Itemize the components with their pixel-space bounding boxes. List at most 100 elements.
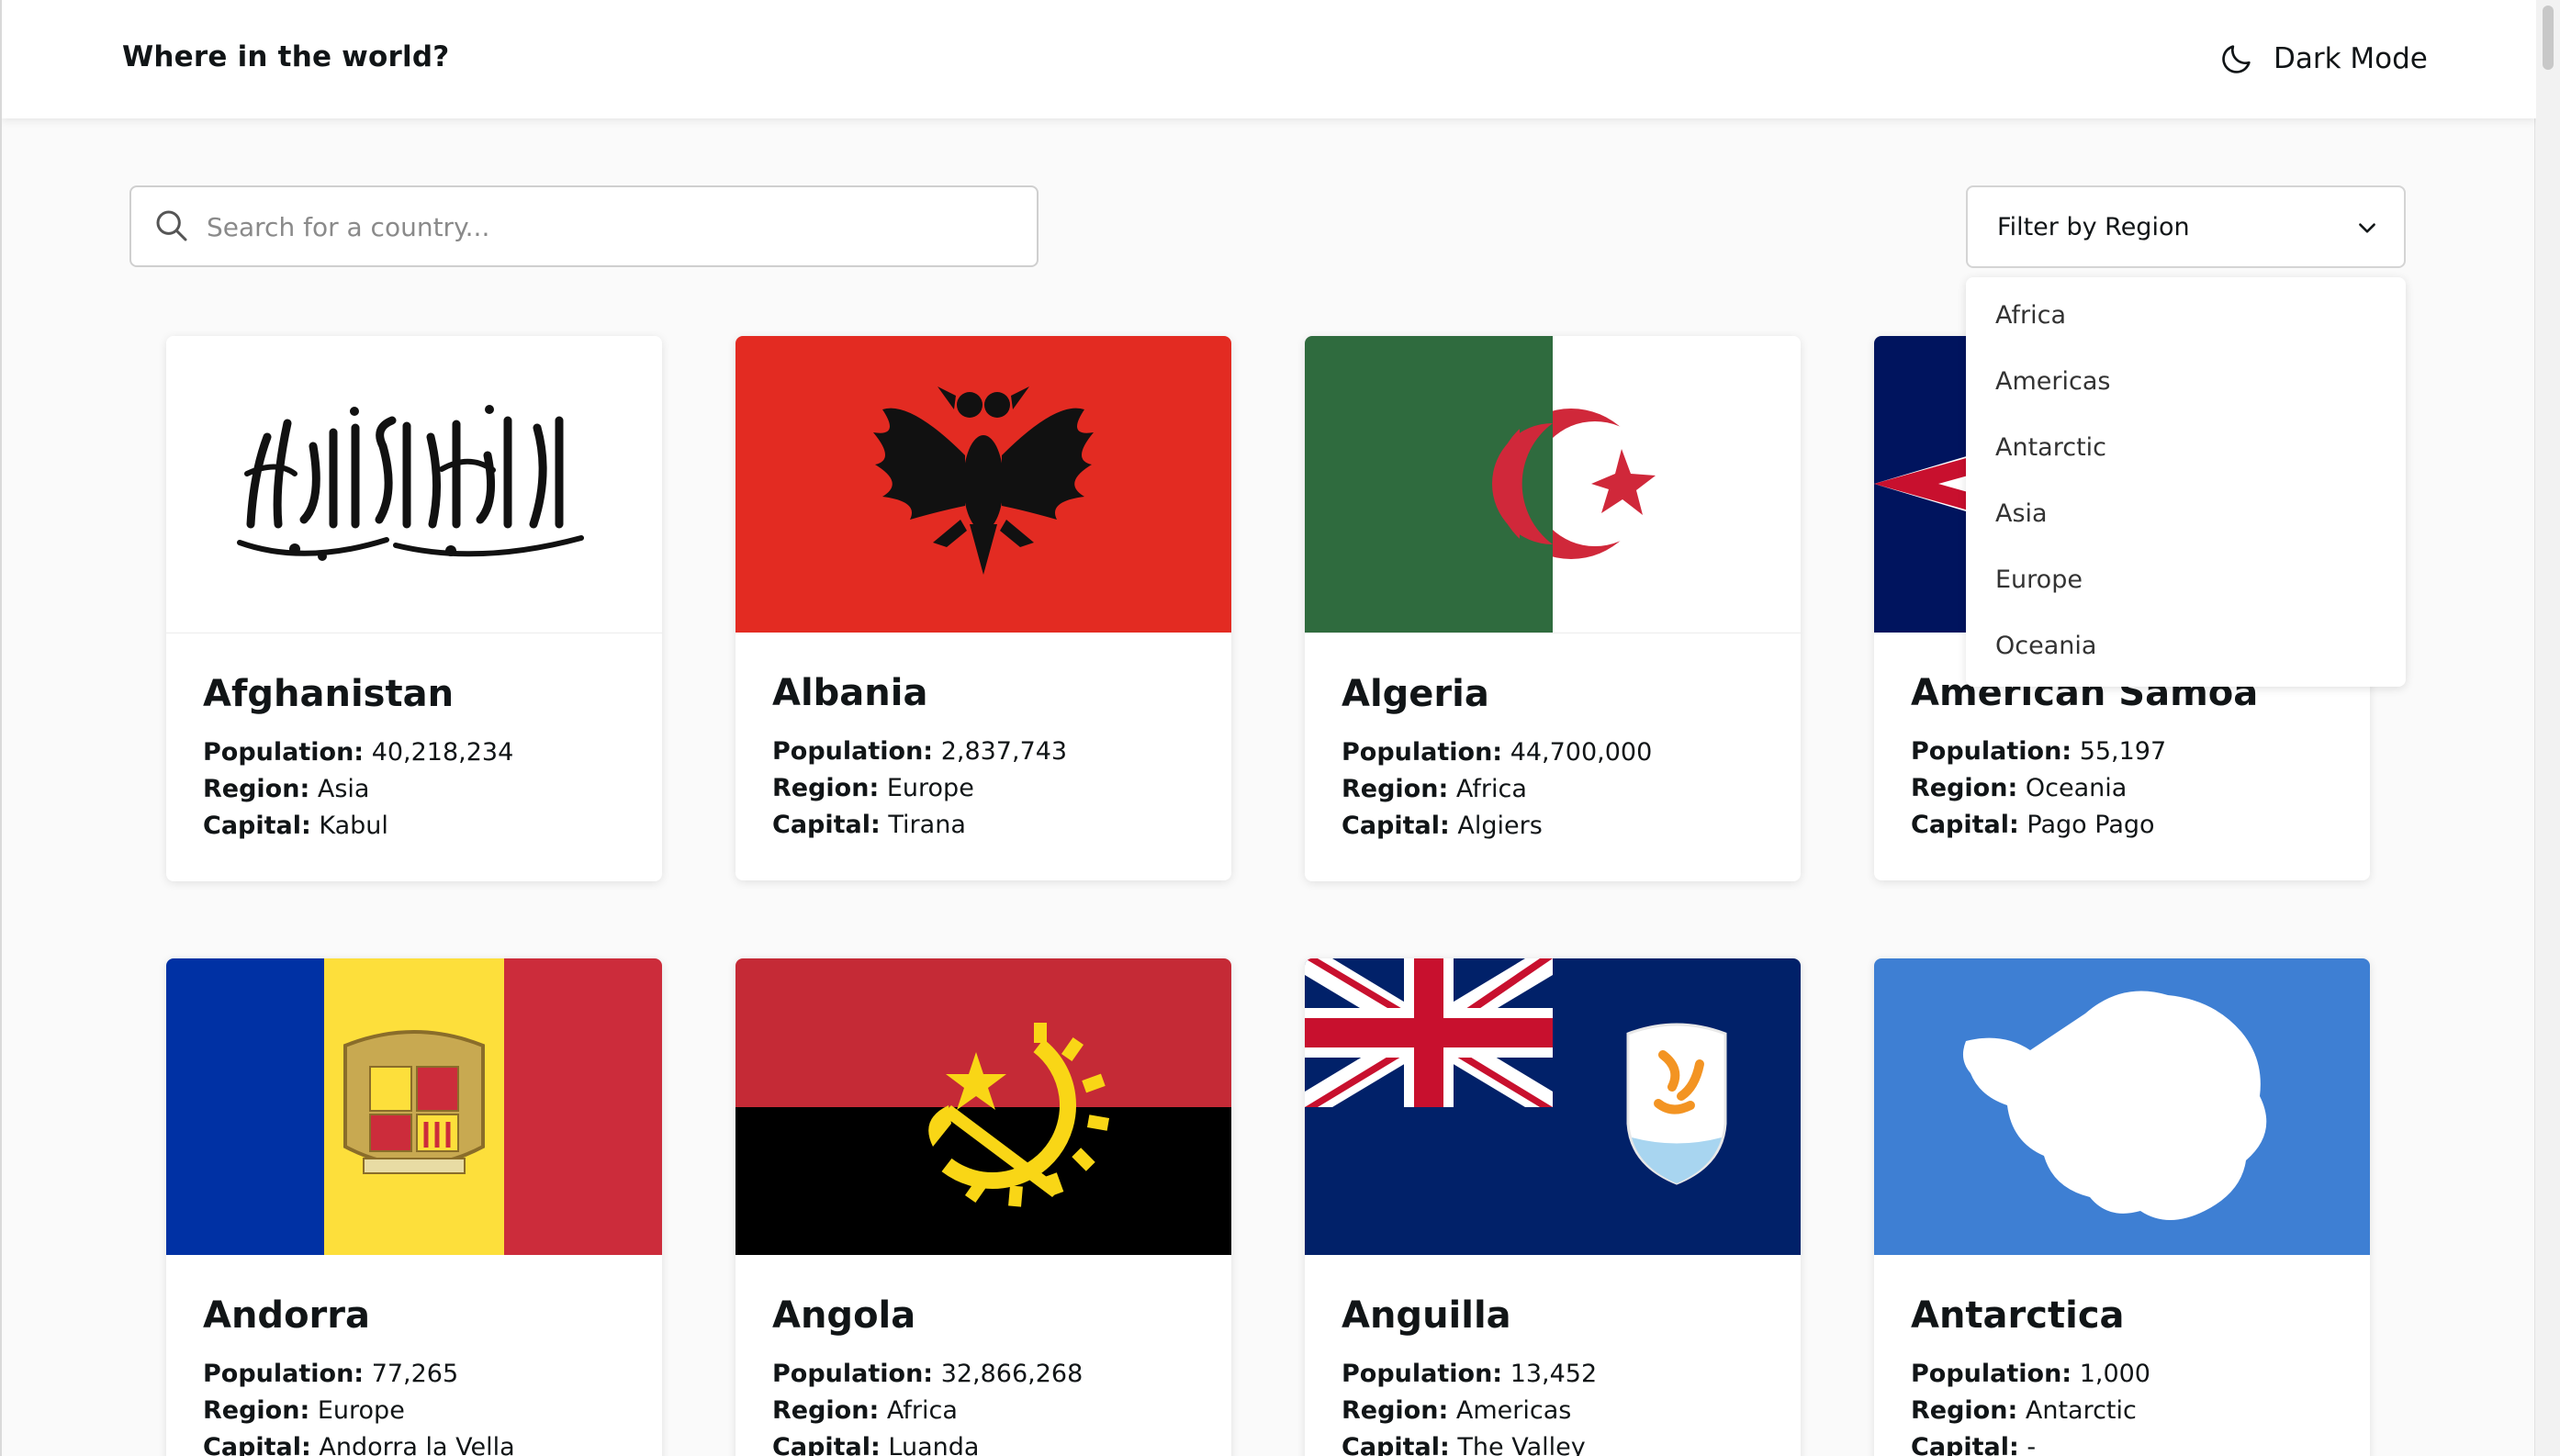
capital-label: Capital: [772, 1433, 881, 1456]
dark-mode-label: Dark Mode [2274, 42, 2428, 75]
region-label: Region: [203, 1396, 310, 1425]
capital-label: Capital: [1911, 1433, 2019, 1456]
population-row: Population: 40,218,234 [203, 734, 625, 771]
flag-andorra [166, 958, 662, 1255]
country-card[interactable]: Albania Population: 2,837,743 Region: Eu… [735, 336, 1231, 880]
region-row: Region: Africa [772, 1393, 1195, 1429]
card-body: Afghanistan Population: 40,218,234 Regio… [166, 633, 662, 881]
population-row: Population: 1,000 [1911, 1356, 2333, 1393]
region-value: Asia [317, 775, 370, 803]
country-card[interactable]: Algeria Population: 44,700,000 Region: A… [1305, 336, 1801, 881]
region-option-antarctic[interactable]: Antarctic [1995, 433, 2106, 462]
population-row: Population: 44,700,000 [1342, 734, 1764, 771]
population-value: 13,452 [1510, 1360, 1598, 1388]
card-body: Angola Population: 32,866,268 Region: Af… [735, 1255, 1231, 1456]
region-option-africa[interactable]: Africa [1995, 301, 2066, 330]
browser-viewport: Where in the world? Dark Mode Filter by … [0, 0, 2536, 1456]
population-label: Population: [1911, 1360, 2072, 1388]
country-name: Albania [772, 672, 928, 714]
population-row: Population: 77,265 [203, 1356, 625, 1393]
population-label: Population: [203, 738, 365, 767]
capital-row: Capital: Luanda [772, 1429, 1195, 1456]
population-value: 55,197 [2079, 737, 2167, 766]
population-label: Population: [1342, 1360, 1503, 1388]
region-row: Region: Europe [203, 1393, 625, 1429]
population-label: Population: [772, 1360, 934, 1388]
region-value: Africa [1455, 775, 1527, 803]
region-option-europe[interactable]: Europe [1995, 566, 2083, 594]
region-value: Europe [886, 774, 974, 802]
country-name: Angola [772, 1294, 916, 1337]
region-value: Antarctic [2025, 1396, 2137, 1425]
population-row: Population: 13,452 [1342, 1356, 1764, 1393]
region-row: Region: Antarctic [1911, 1393, 2333, 1429]
capital-value: Pago Pago [2027, 811, 2155, 839]
flag-albania [735, 336, 1231, 633]
region-option-americas[interactable]: Americas [1995, 367, 2110, 396]
population-value: 2,837,743 [940, 737, 1068, 766]
population-value: 40,218,234 [371, 738, 514, 767]
country-card[interactable]: Anguilla Population: 13,452 Region: Amer… [1305, 958, 1801, 1456]
flag-afghanistan [166, 336, 662, 633]
capital-value: Luanda [888, 1433, 980, 1456]
region-option-asia[interactable]: Asia [1995, 499, 2048, 528]
card-body: Andorra Population: 77,265 Region: Europ… [166, 1255, 662, 1456]
search-box[interactable] [129, 185, 1039, 267]
population-label: Population: [1911, 737, 2072, 766]
region-row: Region: Africa [1342, 771, 1764, 808]
app-title: Where in the world? [122, 40, 450, 73]
country-card[interactable]: Angola Population: 32,866,268 Region: Af… [735, 958, 1231, 1456]
region-dropdown-menu: Africa Americas Antarctic Asia Europe Oc… [1966, 277, 2406, 687]
population-row: Population: 32,866,268 [772, 1356, 1195, 1393]
population-value: 1,000 [2079, 1360, 2150, 1388]
region-row: Region: Americas [1342, 1393, 1764, 1429]
capital-value: - [2027, 1433, 2037, 1456]
capital-value: Algiers [1457, 812, 1543, 840]
country-card[interactable]: Afghanistan Population: 40,218,234 Regio… [166, 336, 662, 881]
country-name: Algeria [1342, 673, 1489, 715]
capital-label: Capital: [203, 812, 311, 840]
flag-algeria [1305, 336, 1801, 633]
region-option-oceania[interactable]: Oceania [1995, 632, 2096, 660]
region-filter-label: Filter by Region [1997, 213, 2190, 241]
flag-anguilla [1305, 958, 1801, 1255]
population-label: Population: [1342, 738, 1503, 767]
top-navbar: Where in the world? Dark Mode [2, 0, 2536, 118]
region-label: Region: [772, 1396, 880, 1425]
population-label: Population: [772, 737, 934, 766]
region-label: Region: [1911, 1396, 2018, 1425]
country-card[interactable]: Antarctica Population: 1,000 Region: Ant… [1874, 958, 2370, 1456]
dark-mode-toggle[interactable]: Dark Mode [2218, 35, 2428, 83]
capital-value: The Valley [1457, 1433, 1586, 1456]
flag-antarctica [1874, 958, 2370, 1255]
capital-label: Capital: [1911, 811, 2019, 839]
capital-row: Capital: Tirana [772, 807, 1195, 844]
capital-row: Capital: Algiers [1342, 808, 1764, 845]
region-value: Oceania [2025, 774, 2128, 802]
population-row: Population: 55,197 [1911, 734, 2333, 770]
capital-row: Capital: Andorra la Vella [203, 1429, 625, 1456]
capital-label: Capital: [203, 1433, 311, 1456]
capital-label: Capital: [1342, 1433, 1450, 1456]
card-body: Antarctica Population: 1,000 Region: Ant… [1874, 1255, 2370, 1456]
capital-row: Capital: Pago Pago [1911, 807, 2333, 844]
search-input[interactable] [205, 198, 1016, 255]
region-label: Region: [1911, 774, 2018, 802]
capital-row: Capital: The Valley [1342, 1429, 1764, 1456]
moon-icon [2222, 45, 2251, 73]
country-name: Antarctica [1911, 1294, 2125, 1337]
search-icon [156, 210, 187, 241]
scrollbar-thumb[interactable] [2543, 6, 2554, 70]
card-body: Algeria Population: 44,700,000 Region: A… [1305, 633, 1801, 881]
country-card[interactable]: Andorra Population: 77,265 Region: Europ… [166, 958, 662, 1456]
region-row: Region: Asia [203, 771, 625, 808]
country-name: Anguilla [1342, 1294, 1511, 1337]
region-value: Africa [886, 1396, 958, 1425]
region-filter-select[interactable]: Filter by Region [1966, 185, 2406, 268]
flag-angola [735, 958, 1231, 1255]
population-row: Population: 2,837,743 [772, 734, 1195, 770]
region-label: Region: [203, 775, 310, 803]
capital-value: Tirana [888, 811, 966, 839]
region-label: Region: [772, 774, 880, 802]
vertical-scrollbar[interactable] [2534, 0, 2560, 1456]
